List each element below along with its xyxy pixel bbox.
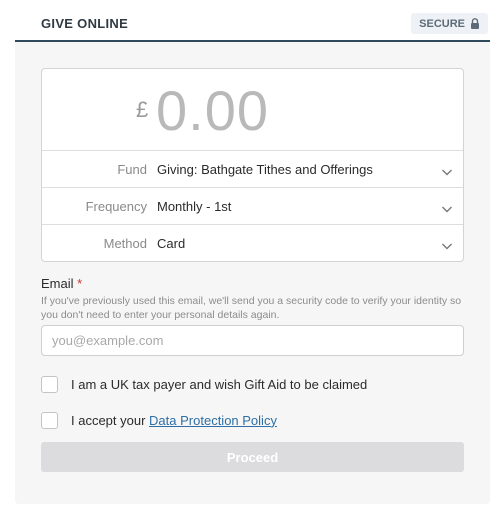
currency-symbol: £: [136, 97, 149, 122]
fund-select[interactable]: Fund Giving: Bathgate Tithes and Offerin…: [42, 151, 463, 188]
frequency-label: Frequency: [85, 199, 147, 214]
frequency-select[interactable]: Frequency Monthly - 1st: [42, 188, 463, 225]
data-protection-row: I accept your Data Protection Policy: [41, 411, 277, 429]
secure-badge: SECURE: [411, 13, 488, 34]
gift-aid-label: I am a UK tax payer and wish Gift Aid to…: [71, 376, 368, 392]
page-title: GIVE ONLINE: [41, 16, 129, 31]
chevron-down-icon: [441, 164, 453, 176]
fund-value: Giving: Bathgate Tithes and Offerings: [157, 162, 373, 177]
data-protection-label: I accept your Data Protection Policy: [71, 413, 277, 428]
data-protection-checkbox[interactable]: [41, 411, 58, 429]
method-label: Method: [103, 236, 147, 251]
email-label-text: Email: [41, 276, 74, 291]
donation-card: £ 0.00 Fund Giving: Bathgate Tithes and …: [41, 68, 464, 262]
lock-icon: [470, 18, 480, 29]
give-form-panel: £ 0.00 Fund Giving: Bathgate Tithes and …: [15, 42, 490, 504]
email-field[interactable]: [41, 325, 464, 356]
data-protection-prefix: I accept your: [71, 412, 150, 428]
required-marker: *: [77, 276, 83, 291]
email-label: Email *: [41, 276, 82, 291]
email-help-text: If you've previously used this email, we…: [41, 295, 462, 321]
page-header: GIVE ONLINE SECURE: [15, 0, 490, 42]
fund-label: Fund: [117, 162, 147, 177]
gift-aid-checkbox[interactable]: [41, 375, 58, 393]
data-protection-policy-link[interactable]: Data Protection Policy: [149, 413, 277, 428]
frequency-value: Monthly - 1st: [157, 199, 232, 214]
proceed-button[interactable]: Proceed: [41, 442, 464, 472]
chevron-down-icon: [441, 238, 453, 250]
secure-label: SECURE: [419, 17, 465, 30]
chevron-down-icon: [441, 201, 453, 213]
method-select[interactable]: Method Card: [42, 225, 463, 262]
gift-aid-row: I am a UK tax payer and wish Gift Aid to…: [41, 375, 367, 393]
amount-input[interactable]: 0.00: [156, 78, 269, 143]
method-value: Card: [157, 236, 186, 251]
amount-field[interactable]: £ 0.00: [42, 69, 463, 151]
